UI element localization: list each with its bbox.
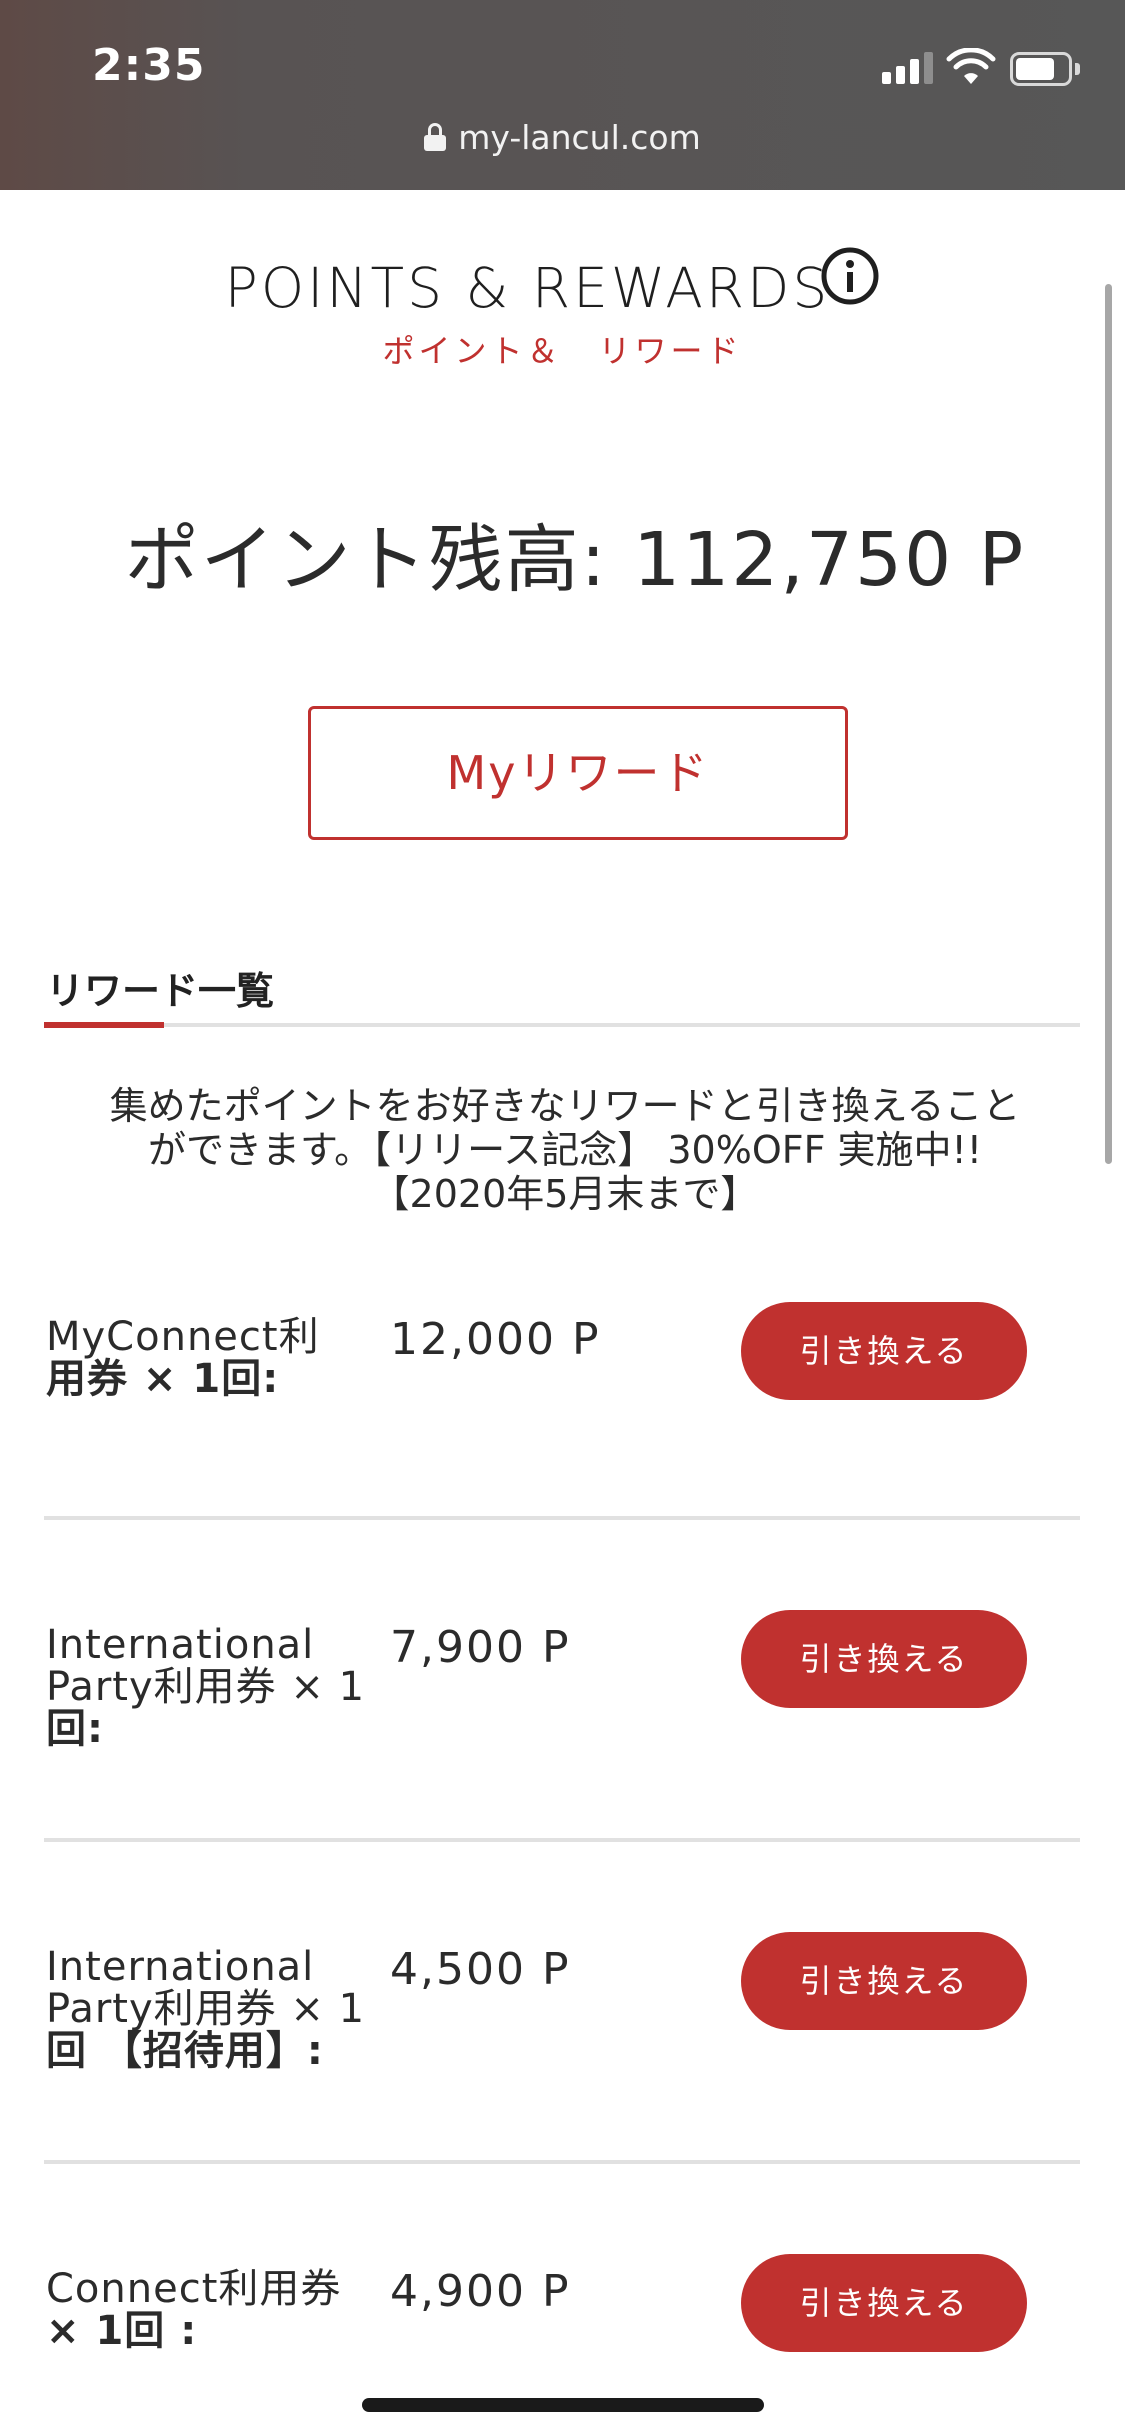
reward-points: 4,500 P — [390, 1944, 571, 1995]
wifi-icon — [946, 48, 996, 84]
scrollbar[interactable] — [1105, 284, 1112, 1164]
reward-name: Connect利用券 × 1回 : — [46, 2268, 376, 2352]
tab-underline — [44, 1023, 1080, 1027]
home-indicator[interactable] — [362, 2398, 764, 2412]
info-icon[interactable] — [818, 244, 882, 308]
url-text: my-lancul.com — [458, 118, 701, 157]
divider — [44, 1516, 1080, 1520]
reward-name: International Party利用券 × 1 回 【招待用】: — [46, 1946, 376, 2072]
page-subtitle: ポイント＆ リワード — [382, 332, 743, 370]
reward-name: International Party利用券 × 1 回: — [46, 1624, 376, 1750]
status-time: 2:35 — [92, 40, 206, 91]
tab-active-indicator — [44, 1022, 164, 1028]
reward-name-line: 回: — [46, 1706, 104, 1752]
reward-name-line: Connect利用券 — [46, 2266, 342, 2312]
reward-name-line: × 1回 : — [46, 2308, 198, 2354]
redeem-button[interactable]: 引き換える — [741, 1932, 1027, 2030]
reward-name: MyConnect利 用券 × 1回: — [46, 1316, 376, 1400]
notice-line-1: 集めたポイントをお好きなリワードと引き換えること — [109, 1084, 1021, 1128]
reward-name-line: 用券 × 1回: — [46, 1356, 280, 1402]
redeem-button[interactable]: 引き換える — [741, 1302, 1027, 1400]
redeem-button[interactable]: 引き換える — [741, 1610, 1027, 1708]
reward-name-line: MyConnect利 — [46, 1314, 320, 1360]
address-bar[interactable]: my-lancul.com — [0, 118, 1125, 157]
notice-line-2: ができます。【リリース記念】 30%OFF 実施中!! — [147, 1128, 982, 1172]
reward-name-line: Party利用券 × 1 — [46, 1986, 366, 2032]
browser-chrome: 2:35 my-lancul.com — [0, 0, 1125, 190]
notice-line-3: 【2020年5月末まで】 — [371, 1172, 759, 1216]
redeem-button[interactable]: 引き換える — [741, 2254, 1027, 2352]
divider — [44, 1838, 1080, 1842]
cellular-signal-icon — [882, 52, 934, 84]
reward-points: 4,900 P — [390, 2266, 571, 2317]
page-title: POINTS & REWARDS — [224, 256, 831, 320]
reward-name-line: International — [46, 1622, 315, 1668]
battery-icon — [1010, 52, 1080, 86]
my-rewards-button[interactable]: Myリワード — [308, 706, 848, 840]
reward-points: 12,000 P — [390, 1314, 601, 1365]
tab-reward-list[interactable]: リワード一覧 — [46, 960, 274, 1015]
page: 2:35 my-lancul.com POINTS & REWARDS ポイント… — [0, 0, 1125, 2436]
reward-name-line: International — [46, 1944, 315, 1990]
reward-points: 7,900 P — [390, 1622, 571, 1673]
reward-notice: 集めたポイントをお好きなリワードと引き換えること ができます。【リリース記念】 … — [40, 1084, 1090, 1216]
reward-name-line: Party利用券 × 1 — [46, 1664, 366, 1710]
lock-icon — [424, 123, 447, 151]
reward-name-line: 回 【招待用】: — [46, 2028, 324, 2074]
points-balance: ポイント残高: 112,750 P — [124, 517, 1026, 603]
divider — [44, 2160, 1080, 2164]
